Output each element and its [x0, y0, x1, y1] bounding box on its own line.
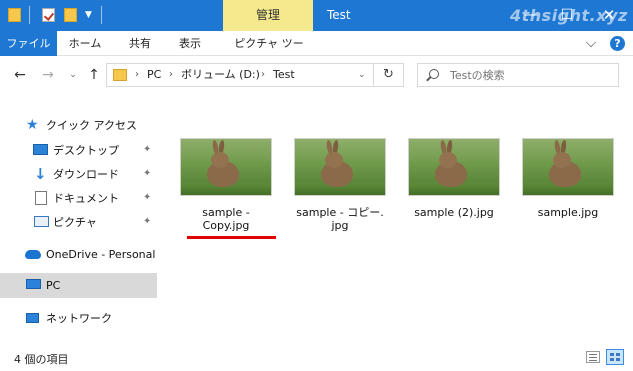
sidebar-item-label: PC — [46, 279, 61, 292]
file-name: sample - Copy.jpg — [168, 206, 284, 232]
file-name-line: Copy.jpg — [202, 219, 250, 232]
file-name-line: jpg — [331, 219, 349, 232]
breadcrumb-separator[interactable]: › — [261, 64, 265, 86]
status-bar: 4 個の項目 — [0, 346, 633, 371]
sidebar-item-label: デスクトップ — [53, 144, 119, 157]
tab-file[interactable]: ファイル — [0, 31, 57, 56]
minimize-button[interactable]: — — [516, 0, 546, 31]
maximize-button[interactable]: ☐ — [552, 0, 582, 31]
pictures-icon — [34, 216, 49, 227]
sidebar-item-label: ダウンロード — [53, 168, 119, 181]
tab-home[interactable]: ホーム — [65, 31, 105, 56]
pin-icon[interactable]: ✦ — [143, 168, 151, 179]
sidebar-item-pictures[interactable]: ピクチャ ✦ — [0, 210, 157, 235]
sidebar-item-quick-access[interactable]: ★ クイック アクセス — [0, 113, 157, 138]
sidebar-item-label: ネットワーク — [46, 312, 112, 325]
image-thumbnail — [294, 138, 386, 196]
tab-manage[interactable]: 管理 — [223, 0, 313, 31]
computer-icon — [26, 279, 41, 289]
pin-icon[interactable]: ✦ — [143, 192, 151, 203]
sidebar-item-label: クイック アクセス — [46, 119, 137, 132]
tab-picture-tools[interactable]: ピクチャ ツール — [229, 31, 309, 75]
file-name: sample - コピー. jpg — [282, 206, 398, 232]
pin-icon[interactable]: ✦ — [143, 144, 151, 155]
navigation-pane: ★ クイック アクセス デスクトップ ✦ ↓ ダウンロード ✦ ドキュメント ✦… — [0, 96, 158, 346]
large-icons-view-icon[interactable] — [606, 349, 624, 365]
file-name-line: sample (2).jpg — [414, 206, 494, 219]
sidebar-item-documents[interactable]: ドキュメント ✦ — [0, 186, 157, 211]
folder-icon[interactable] — [8, 8, 21, 22]
document-icon — [35, 191, 47, 205]
sidebar-item-label: ドキュメント — [53, 192, 119, 205]
image-thumbnail — [522, 138, 614, 196]
cloud-icon — [25, 250, 41, 259]
tab-share[interactable]: 共有 — [123, 31, 157, 56]
divider — [29, 6, 30, 24]
close-button[interactable]: ✕ — [594, 0, 624, 31]
highlight-underline — [187, 236, 276, 239]
file-name: sample.jpg — [510, 206, 626, 219]
ribbon-tabs: ファイル ホーム 共有 表示 ピクチャ ツール ? — [0, 31, 633, 75]
sidebar-item-pc[interactable]: PC — [0, 273, 157, 298]
breadcrumb-pc[interactable]: PC — [147, 64, 161, 86]
pin-icon[interactable]: ✦ — [143, 216, 151, 227]
sidebar-item-label: OneDrive - Personal — [46, 248, 156, 261]
star-icon: ★ — [26, 117, 39, 133]
desktop-icon — [33, 144, 48, 155]
file-item[interactable]: sample.jpg — [502, 134, 616, 234]
title-bar: ▼ 管理 Test 4thsight.xyz — ☐ ✕ — [0, 0, 633, 31]
customize-quick-access-icon[interactable]: ▼ — [85, 10, 92, 20]
refresh-button[interactable]: ↻ — [374, 63, 404, 87]
breadcrumb-test[interactable]: Test — [273, 64, 295, 86]
image-thumbnail — [408, 138, 500, 196]
file-item[interactable]: sample (2).jpg — [388, 134, 502, 234]
window-title: Test — [327, 8, 351, 22]
address-bar[interactable]: › PC › ボリューム (D:) › Test — [106, 63, 374, 87]
sidebar-item-network[interactable]: ネットワーク — [0, 306, 157, 331]
item-count: 4 個の項目 — [14, 353, 69, 366]
file-name-line: sample - — [202, 206, 250, 219]
properties-icon[interactable] — [42, 8, 55, 22]
details-view-icon[interactable] — [586, 351, 600, 363]
sidebar-item-desktop[interactable]: デスクトップ ✦ — [0, 138, 157, 163]
up-arrow-icon[interactable]: ↑ — [86, 66, 102, 84]
file-name: sample (2).jpg — [396, 206, 512, 219]
file-list: sample - Copy.jpg sample - コピー. jpg samp… — [160, 96, 633, 346]
breadcrumb-separator[interactable]: › — [135, 64, 139, 86]
address-dropdown-icon[interactable]: ⌄ — [358, 70, 366, 80]
recent-locations-icon[interactable]: ⌄ — [65, 66, 81, 84]
divider — [101, 6, 102, 24]
breadcrumb-separator[interactable]: › — [169, 64, 173, 86]
search-input[interactable] — [450, 64, 610, 86]
help-icon[interactable]: ? — [610, 36, 625, 51]
file-item[interactable]: sample - Copy.jpg — [160, 134, 274, 234]
sidebar-item-onedrive[interactable]: OneDrive - Personal — [0, 242, 157, 267]
back-arrow-icon[interactable]: ← — [12, 66, 28, 84]
file-name-line: sample - コピー. — [296, 206, 384, 219]
image-thumbnail — [180, 138, 272, 196]
network-icon — [26, 313, 39, 323]
search-box[interactable] — [417, 63, 619, 87]
file-name-line: sample.jpg — [537, 206, 599, 219]
folder-icon — [113, 69, 127, 81]
address-bar-row: ← → ⌄ ↑ › PC › ボリューム (D:) › Test ⌄ ↻ — [0, 56, 633, 96]
sidebar-item-downloads[interactable]: ↓ ダウンロード ✦ — [0, 162, 157, 187]
expand-ribbon-icon[interactable] — [585, 36, 597, 48]
search-icon — [429, 69, 439, 79]
tab-view[interactable]: 表示 — [172, 31, 208, 56]
breadcrumb-volume-d[interactable]: ボリューム (D:) — [181, 64, 260, 86]
download-icon: ↓ — [34, 165, 47, 183]
sidebar-item-label: ピクチャ — [53, 216, 97, 229]
new-folder-icon[interactable] — [64, 8, 77, 22]
forward-arrow-icon[interactable]: → — [40, 66, 56, 84]
file-item[interactable]: sample - コピー. jpg — [274, 134, 388, 234]
